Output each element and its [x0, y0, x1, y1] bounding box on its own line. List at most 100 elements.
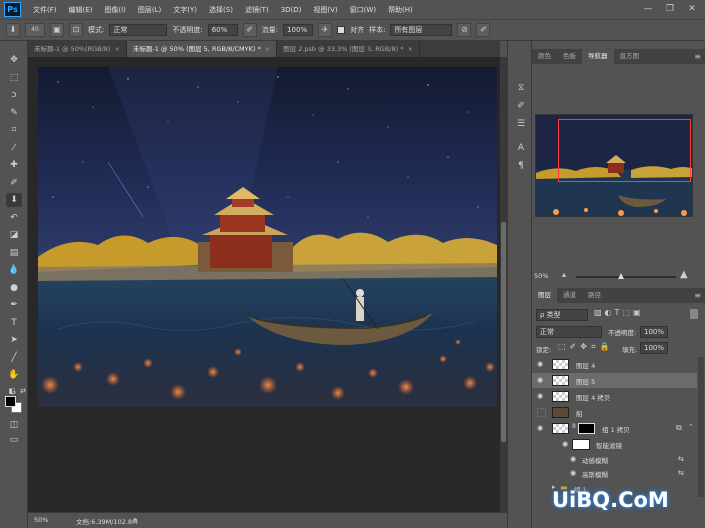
tab-navigator[interactable]: 导航器: [582, 49, 614, 64]
history-icon[interactable]: ⧖: [514, 81, 528, 95]
navigator-zoom-value[interactable]: 50%: [534, 272, 548, 280]
smart-filter-mask-thumbnail[interactable]: [572, 439, 590, 450]
menu-filter[interactable]: 滤镜(T): [239, 5, 275, 15]
gradient-tool-icon[interactable]: ▤: [6, 246, 22, 260]
tab-channels[interactable]: 通道: [557, 288, 582, 303]
menu-file[interactable]: 文件(F): [27, 5, 63, 15]
paragraph-icon[interactable]: ¶: [514, 159, 528, 173]
minimize-button[interactable]: —: [638, 2, 658, 16]
flow-input[interactable]: 100%: [283, 24, 314, 36]
visibility-eye-icon[interactable]: ◉: [570, 469, 579, 478]
filter-row[interactable]: ◉ 高斯模糊 ⇆: [532, 466, 697, 481]
tab-close-icon[interactable]: ×: [114, 45, 119, 53]
character-icon[interactable]: A: [514, 141, 528, 155]
status-zoom[interactable]: 50%: [34, 516, 48, 524]
visibility-eye-icon[interactable]: ◉: [562, 440, 571, 449]
screen-mode-icon[interactable]: ▭: [6, 433, 22, 447]
filter-options-icon[interactable]: ⇆: [678, 469, 684, 477]
visibility-eye-icon[interactable]: ◉: [537, 392, 546, 401]
tab-histogram[interactable]: 直方图: [614, 49, 646, 64]
layers-panel-menu-icon[interactable]: ≡: [694, 288, 701, 303]
history-brush-tool-icon[interactable]: ↶: [6, 211, 22, 225]
lock-icons[interactable]: ⬚✐✥⌗🔒: [558, 342, 613, 352]
visibility-off-box[interactable]: [537, 408, 546, 417]
eraser-tool-icon[interactable]: ◪: [6, 228, 22, 242]
lasso-tool-icon[interactable]: ↄ: [6, 88, 22, 102]
layer-filter-icons[interactable]: ▨◐T⬚▣: [594, 308, 644, 317]
filter-toggle-icon[interactable]: [690, 309, 698, 319]
zoom-slider-handle[interactable]: [618, 273, 624, 279]
layer-filter-select[interactable]: ρ 类型: [536, 309, 588, 321]
smart-filters-row[interactable]: ◉ 智能滤镜: [532, 437, 697, 452]
pen-tool-icon[interactable]: ✒: [6, 298, 22, 312]
maximize-button[interactable]: ❐: [660, 2, 680, 16]
menu-layer[interactable]: 图层(L): [132, 5, 167, 15]
filter-row[interactable]: ◉ 动感模糊 ⇆: [532, 452, 697, 467]
tab-color[interactable]: 颜色: [532, 49, 557, 64]
ignore-adjustment-icon[interactable]: ⊘: [457, 23, 472, 37]
zoom-out-icon[interactable]: ▴: [562, 270, 566, 279]
brush-panel-toggle-icon[interactable]: ▣: [50, 23, 64, 37]
blur-tool-icon[interactable]: 💧: [6, 263, 22, 277]
menu-type[interactable]: 文字(Y): [167, 5, 203, 15]
panel-menu-icon[interactable]: ≡: [694, 49, 701, 64]
eyedropper-tool-icon[interactable]: ⁄: [6, 141, 22, 155]
clone-stamp-preset-icon[interactable]: ⬇: [6, 23, 20, 37]
pressure-opacity-icon[interactable]: ✐: [242, 23, 257, 37]
visibility-eye-icon[interactable]: ◉: [570, 455, 579, 464]
shape-tool-icon[interactable]: ╱: [6, 351, 22, 365]
tab-close-icon[interactable]: ×: [407, 45, 412, 53]
aligned-checkbox[interactable]: [337, 26, 346, 34]
foreground-color-swatch[interactable]: [5, 396, 16, 407]
navigator-zoom-slider[interactable]: [576, 276, 676, 278]
expand-toggle-icon[interactable]: ⌃: [688, 423, 694, 431]
type-tool-icon[interactable]: T: [6, 316, 22, 330]
layer-row[interactable]: 船: [532, 405, 697, 420]
layer-row[interactable]: ◉ 图层 4: [532, 357, 697, 372]
airbrush-icon[interactable]: ✈: [318, 23, 333, 37]
fill-input[interactable]: 100%: [640, 342, 668, 354]
layer-opacity-input[interactable]: 100%: [640, 326, 668, 338]
visibility-eye-icon[interactable]: ◉: [537, 360, 546, 369]
quick-select-tool-icon[interactable]: ✎: [6, 106, 22, 120]
clone-stamp-tool-icon[interactable]: ⬇: [6, 193, 22, 207]
document-canvas[interactable]: [38, 67, 497, 407]
visibility-eye-icon[interactable]: ◉: [537, 424, 546, 433]
layer-mask-thumbnail[interactable]: [578, 423, 595, 434]
document-tab[interactable]: 图层 2.psb @ 33.3% (图层 3, RGB/8) * ×: [277, 41, 420, 57]
brush-settings-icon[interactable]: ✐: [514, 99, 528, 113]
menu-edit[interactable]: 编辑(E): [63, 5, 99, 15]
hand-tool-icon[interactable]: ✋: [6, 368, 22, 382]
adjust-icon[interactable]: ☰: [514, 117, 528, 131]
sample-select[interactable]: 所有图层: [390, 24, 453, 36]
brush-size-picker[interactable]: 40: [25, 23, 45, 37]
opacity-input[interactable]: 60%: [207, 24, 238, 36]
navigator-thumbnail[interactable]: [535, 114, 693, 217]
menu-view[interactable]: 视图(V): [307, 5, 343, 15]
pressure-size-icon[interactable]: ✐: [476, 23, 491, 37]
layer-row[interactable]: ◉ 图层 4 拷贝: [532, 389, 697, 404]
layer-row-group-copy[interactable]: ◉ 8 组 1 拷贝 ⧉ ⌃: [532, 421, 697, 436]
tab-layers[interactable]: 图层: [532, 288, 557, 303]
menu-image[interactable]: 图像(I): [98, 5, 132, 15]
status-arrow-icon[interactable]: ▸: [134, 515, 137, 523]
path-select-tool-icon[interactable]: ➤: [6, 333, 22, 347]
menu-window[interactable]: 窗口(W): [344, 5, 382, 15]
layers-scrollbar[interactable]: [698, 357, 704, 497]
dodge-tool-icon[interactable]: ●: [6, 281, 22, 295]
menu-select[interactable]: 选择(S): [203, 5, 239, 15]
move-tool-icon[interactable]: ✥: [6, 53, 22, 67]
menu-help[interactable]: 帮助(H): [382, 5, 419, 15]
blend-mode-select[interactable]: 正常: [536, 326, 602, 338]
filter-options-icon[interactable]: ⇆: [678, 455, 684, 463]
zoom-in-icon[interactable]: ▲: [680, 269, 688, 280]
close-window-button[interactable]: ✕: [682, 2, 702, 16]
tab-paths[interactable]: 路径: [582, 288, 607, 303]
document-tab[interactable]: 未标题-1 @ 50% (图层 5, RGB/8/CMYK) * ×: [126, 41, 278, 57]
menu-3d[interactable]: 3D(D): [275, 6, 308, 14]
layer-row-selected[interactable]: ◉ 图层 5: [532, 373, 697, 388]
quick-mask-icon[interactable]: ◫: [6, 418, 22, 432]
canvas-vertical-scrollbar[interactable]: [500, 57, 507, 512]
tab-swatches[interactable]: 色板: [557, 49, 582, 64]
scrollbar-thumb[interactable]: [501, 222, 506, 442]
